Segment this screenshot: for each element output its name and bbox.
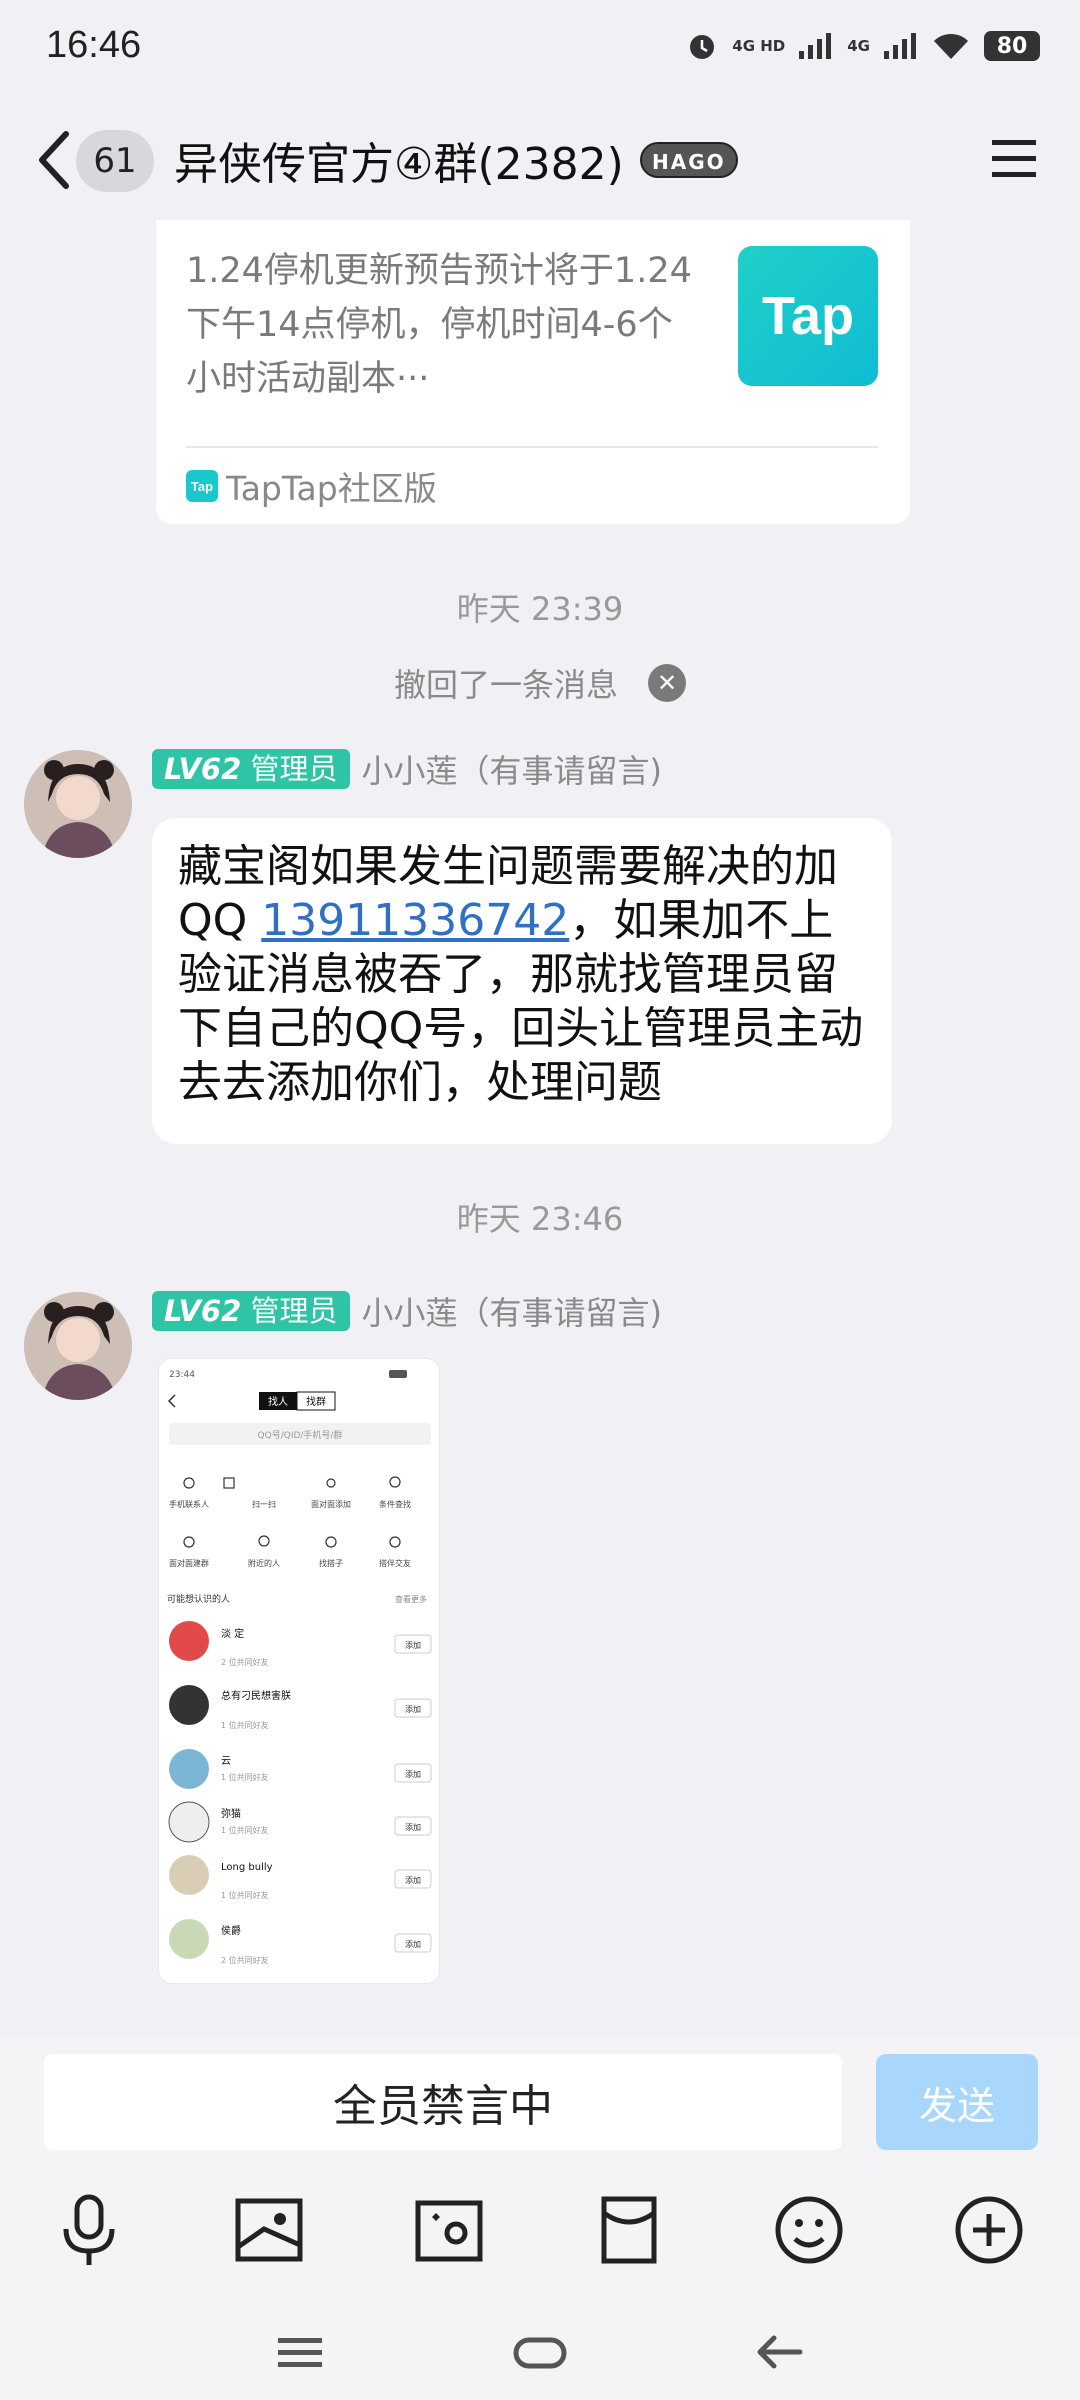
sender-row: LV62 管理员 小小莲（有事请留言) xyxy=(152,746,662,792)
microphone-icon[interactable] xyxy=(44,2185,134,2275)
menu-icon[interactable] xyxy=(988,128,1040,188)
shot-contact-row: Long bully 1 位共同好友 添加 xyxy=(169,1855,432,1900)
role-label: 管理员 xyxy=(250,1294,338,1328)
shot-contact-name: 云 xyxy=(221,1756,231,1767)
shot-tab-find-group-label: 找群 xyxy=(306,1395,326,1408)
signal-icon xyxy=(799,33,832,59)
signal-icon-2 xyxy=(884,33,916,59)
message-input-muted[interactable]: 全员禁言中 xyxy=(44,2054,842,2150)
unread-count-badge[interactable]: 61 xyxy=(76,130,154,192)
shot-add-label: 添加 xyxy=(405,1939,421,1949)
shot-add-label: 添加 xyxy=(405,1822,421,1832)
shot-action-label: 搭伴交友 xyxy=(379,1558,411,1568)
sender-name[interactable]: 小小莲（有事请留言) xyxy=(362,746,663,792)
shot-contact-name: 侯爵 xyxy=(221,1924,241,1937)
system-navigation-bar xyxy=(0,2300,1080,2400)
status-icons: 4G HD 4G 80 xyxy=(686,30,1040,62)
message-timestamp: 昨天 23:39 xyxy=(456,590,624,628)
shot-action-grid xyxy=(183,1476,401,1548)
shot-action-label: 面对面添加 xyxy=(311,1499,351,1509)
shot-search-placeholder: QQ号/QID/手机号/群 xyxy=(258,1429,343,1441)
shot-add-label: 添加 xyxy=(405,1769,421,1779)
taptap-logo: Tap xyxy=(738,246,878,386)
wifi-icon xyxy=(934,33,968,59)
composer-toolbar xyxy=(0,2185,1080,2285)
shot-contact-row: 侯爵 2 位共同好友 添加 xyxy=(169,1919,432,1965)
shared-card-excerpt: 1.24停机更新预告预计将于1.24下午14点停机，停机时间4-6个小时活动副本… xyxy=(186,251,692,399)
role-label: 管理员 xyxy=(250,752,338,786)
status-bar: 16:46 4G HD 4G 80 xyxy=(0,0,1080,100)
shot-contact-mutual: 1 位共同好友 xyxy=(221,1720,269,1730)
group-title[interactable]: 异侠传官方④群(2382) xyxy=(174,128,624,192)
image-icon[interactable] xyxy=(224,2185,314,2275)
message-bubble[interactable]: 藏宝阁如果发生问题需要解决的加QQ 13911336742，如果加不上验证消息被… xyxy=(152,818,892,1144)
shot-action-label: 手机联系人 xyxy=(169,1499,209,1509)
image-message[interactable]: 23:44 找人 找群 QQ号/QID/手机号/群 手机联系人 扫一扫 面对面添… xyxy=(158,1358,440,1984)
shot-add-label: 添加 xyxy=(405,1875,421,1885)
group-tag-badge: HAGO xyxy=(640,142,738,178)
shot-contact-name: 淡 定 xyxy=(221,1627,244,1640)
shot-contact-row: 总有刁民想害朕 1 位共同好友 添加 xyxy=(169,1685,432,1730)
home-icon[interactable] xyxy=(510,2322,570,2382)
shared-card-source-label: TapTap社区版 xyxy=(226,469,437,508)
divider xyxy=(186,446,878,448)
composer: 全员禁言中 发送 xyxy=(0,2037,1080,2400)
taptap-small-icon: Tap xyxy=(186,470,218,502)
level-label: LV62 xyxy=(164,752,242,786)
alarm-icon xyxy=(690,35,715,59)
shot-contact-mutual: 2 位共同好友 xyxy=(221,1657,269,1667)
message-list[interactable]: 1.24停机更新预告预计将于1.24下午14点停机，停机时间4-6个小时活动副本… xyxy=(0,220,1080,2037)
shot-action-label: 面对面建群 xyxy=(169,1558,209,1568)
send-button[interactable]: 发送 xyxy=(876,2054,1038,2150)
shot-tab-find-people-label: 找人 xyxy=(268,1395,288,1408)
emoji-icon[interactable] xyxy=(764,2185,854,2275)
message-timestamp: 昨天 23:46 xyxy=(456,1200,624,1238)
recent-apps-icon[interactable] xyxy=(270,2322,330,2382)
level-label: LV62 xyxy=(164,1294,242,1328)
shot-contact-mutual: 1 位共同好友 xyxy=(221,1772,269,1782)
shared-link-card[interactable]: 1.24停机更新预告预计将于1.24下午14点停机，停机时间4-6个小时活动副本… xyxy=(156,220,910,524)
recall-notice-text: 撤回了一条消息 xyxy=(393,666,618,704)
shot-contact-mutual: 1 位共同好友 xyxy=(221,1825,269,1835)
shot-contact-mutual: 2 位共同好友 xyxy=(221,1955,269,1965)
plus-icon[interactable] xyxy=(944,2185,1034,2275)
shot-contact-name: 总有刁民想害朕 xyxy=(221,1689,291,1702)
recall-notice: 撤回了一条消息 ✕ xyxy=(0,660,1080,706)
shot-contact-name: 弥猫 xyxy=(221,1807,241,1820)
shot-contact-mutual: 1 位共同好友 xyxy=(221,1890,269,1900)
sender-name[interactable]: 小小莲（有事请留言) xyxy=(362,1288,663,1334)
qq-number-link[interactable]: 13911336742 xyxy=(261,895,569,946)
shot-action-label: 扫一扫 xyxy=(252,1499,276,1509)
network-label-2: 4G xyxy=(847,37,870,55)
shot-add-label: 添加 xyxy=(405,1640,421,1650)
shot-action-label: 附近的人 xyxy=(248,1558,280,1568)
close-icon[interactable]: ✕ xyxy=(648,664,686,702)
avatar[interactable] xyxy=(24,1292,132,1400)
chat-header: 61 异侠传官方④群(2382) HAGO xyxy=(0,100,1080,220)
shot-contact-row: 弥猫 1 位共同好友 添加 xyxy=(168,1801,432,1843)
network-label-1: 4G HD xyxy=(732,37,786,55)
role-badge: LV62 管理员 xyxy=(152,749,350,789)
shot-battery-icon xyxy=(389,1370,407,1378)
red-packet-icon[interactable] xyxy=(584,2185,674,2275)
back-gesture-icon[interactable] xyxy=(750,2322,810,2382)
shot-action-label: 条件查找 xyxy=(379,1499,411,1509)
shot-contact-row: 淡 定 2 位共同好友 添加 xyxy=(169,1621,432,1667)
camera-icon[interactable] xyxy=(404,2185,494,2275)
sender-row: LV62 管理员 小小莲（有事请留言) xyxy=(152,1288,662,1334)
battery-icon: 80 xyxy=(984,31,1040,61)
shot-contact-name: Long bully xyxy=(221,1862,273,1873)
shot-suggest-header: 可能想认识的人 xyxy=(167,1593,230,1605)
back-arrow-icon[interactable] xyxy=(30,126,80,194)
avatar[interactable] xyxy=(24,750,132,858)
shot-action-label: 找搭子 xyxy=(319,1558,343,1568)
shot-back-icon xyxy=(167,1394,176,1408)
shot-status-time: 23:44 xyxy=(169,1370,195,1380)
role-badge: LV62 管理员 xyxy=(152,1291,350,1331)
shot-see-more: 查看更多 xyxy=(395,1594,427,1604)
status-time: 16:46 xyxy=(46,24,142,66)
shared-card-source: Tap TapTap社区版 xyxy=(186,462,437,510)
shot-contact-row: 云 1 位共同好友 添加 xyxy=(169,1749,432,1789)
shot-add-label: 添加 xyxy=(405,1704,421,1714)
